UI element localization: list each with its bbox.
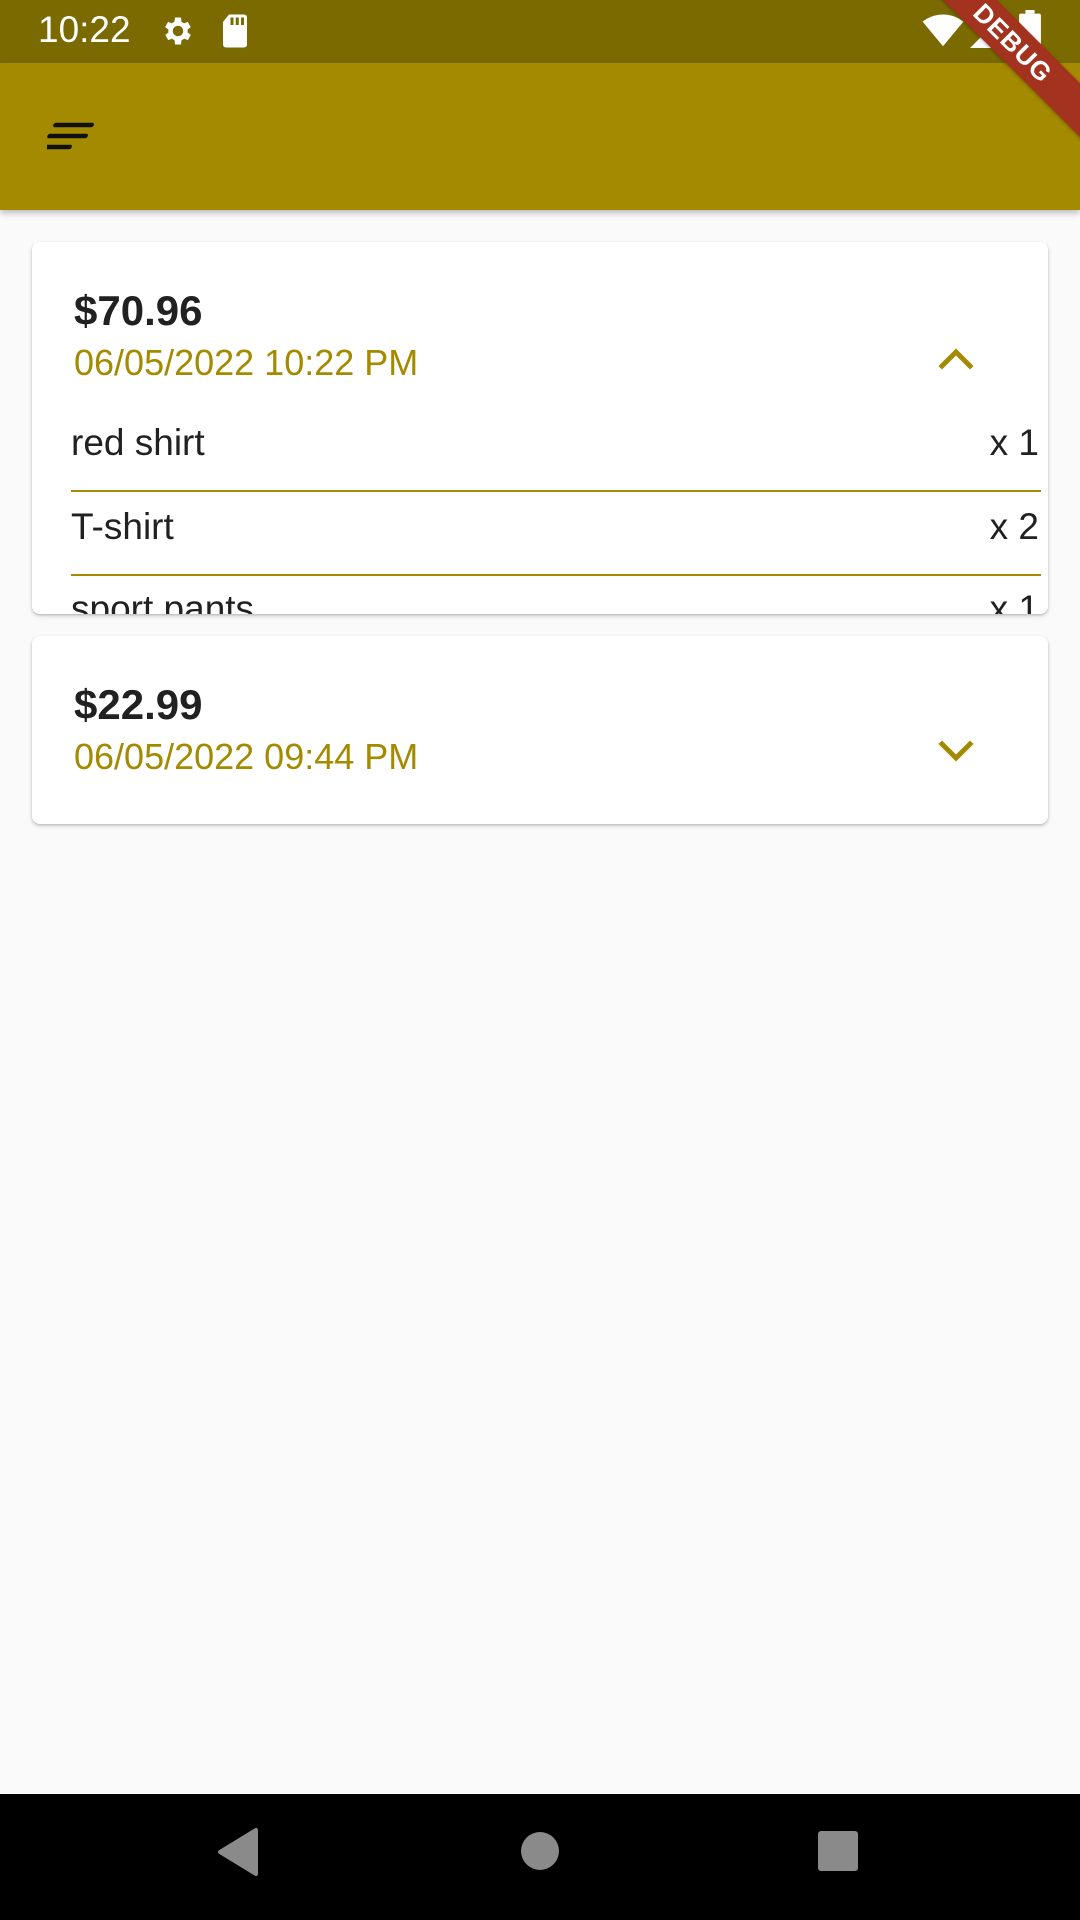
menu-button[interactable]: [30, 103, 116, 173]
list-item: T-shirt x 2: [71, 494, 1041, 576]
list-item: red shirt x 1: [71, 410, 1041, 492]
app-bar: [0, 63, 1080, 210]
chevron-down-icon[interactable]: [934, 730, 978, 774]
item-name: sport pants: [71, 588, 255, 614]
item-quantity: x 2: [989, 506, 1039, 547]
order-total: $70.96: [74, 287, 203, 334]
order-date: 06/05/2022 10:22 PM: [74, 342, 419, 383]
settings-icon: [160, 13, 196, 54]
item-name: red shirt: [71, 422, 205, 463]
item-quantity: x 1: [989, 588, 1039, 614]
status-bar: 10:22: [0, 0, 1080, 63]
order-date: 06/05/2022 09:44 PM: [74, 736, 419, 777]
back-icon[interactable]: [216, 1827, 260, 1882]
order-total: $22.99: [74, 681, 203, 728]
order-card[interactable]: $70.96 06/05/2022 10:22 PM red shirt x 1…: [32, 242, 1048, 614]
status-time: 10:22: [38, 9, 131, 50]
item-divider: [71, 490, 1041, 492]
home-icon[interactable]: [518, 1829, 562, 1878]
chevron-up-icon[interactable]: [934, 336, 978, 380]
sd-card-icon: [220, 13, 250, 54]
list-item: sport pants x 1: [71, 576, 1041, 614]
navigation-bar: [0, 1794, 1080, 1920]
menu-icon: [41, 121, 99, 156]
recents-icon[interactable]: [817, 1830, 859, 1877]
wifi-icon: [922, 14, 964, 53]
order-card[interactable]: $22.99 06/05/2022 09:44 PM: [32, 636, 1048, 824]
item-quantity: x 1: [989, 422, 1039, 463]
item-name: T-shirt: [71, 506, 174, 547]
